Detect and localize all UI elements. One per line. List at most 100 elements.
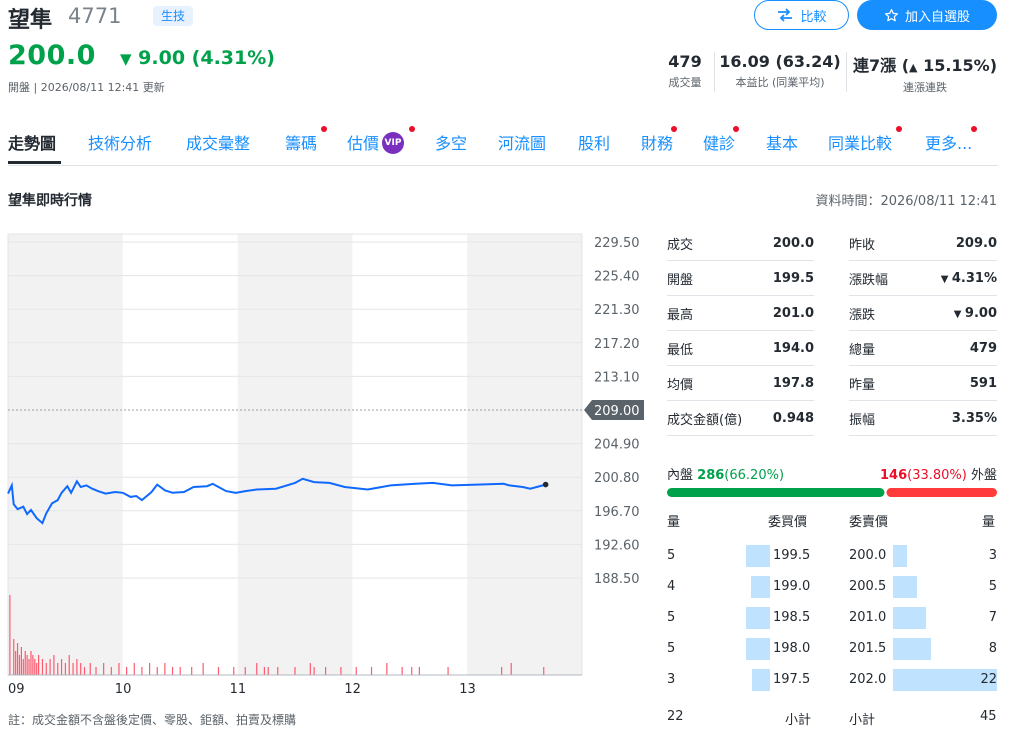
intraday-chart[interactable]: 229.50 225.40 221.30 217.20 213.10 204.90 200.… [0,230,655,705]
ask-qty-header: 量 [982,515,996,530]
tab-valuation[interactable]: 估價 VIP [347,126,415,154]
compare-label: 比較 [800,9,827,25]
quote-value-wrap: 200.0 [773,236,814,251]
bid-price[interactable]: 199.0 [773,579,810,594]
tab-basic[interactable]: 基本 [766,130,798,154]
stat-divider [714,52,715,92]
bid-depth-bar [751,576,770,598]
ask-price[interactable]: 202.0 [849,672,886,687]
bid-qty: 3 [667,672,676,687]
industry-badge[interactable]: 生技 [153,6,194,26]
ask-price[interactable]: 200.0 [849,548,886,563]
y-tick-label: 225.40 [594,270,640,285]
tab-river-chart[interactable]: 河流圖 [498,130,546,154]
ask-depth-bar [893,607,927,629]
tab-trend[interactable]: 走勢圖 [8,130,56,154]
market-status: 開盤 | 2026/08/11 12:41 更新 [8,81,165,94]
quote-value: 194.0 [772,340,814,356]
quote-row-right: 昨收 209.0 [849,226,997,261]
bid-qty: 5 [667,641,676,656]
tab-health-check[interactable]: 健診 [703,126,739,154]
outer-bar [886,488,997,497]
tab-trade-summary[interactable]: 成交彙整 [186,130,250,154]
quote-value-wrap: ▼ 9.00 [954,306,997,321]
bid-qty: 5 [667,548,676,563]
quote-label: 總量 [849,342,876,358]
ask-price[interactable]: 200.5 [849,579,886,594]
outer-label: 外盤 [970,468,997,483]
hour-band [122,234,238,675]
ask-price-header: 委賣價 [849,515,889,530]
bid-price-header: 委買價 [768,515,808,530]
y-tick-label: 204.90 [594,438,640,453]
y-tick-label: 192.60 [594,538,640,553]
quote-value: 209.0 [955,235,997,251]
bid-depth-bar [746,638,770,660]
price-change-value: 9.00 (4.31%) [138,47,275,69]
active-tab-underline [8,161,61,164]
x-tick-label: 13 [459,682,476,697]
bid-price[interactable]: 198.0 [773,641,810,656]
quote-label: 昨量 [849,377,876,393]
tab-financials[interactable]: 財務 [641,126,677,154]
bid-total-label: 小計 [785,713,812,728]
quote-label: 均價 [667,377,694,393]
reference-price-label: 209.00 [594,404,640,419]
notification-dot [321,126,327,132]
stock-name: 望隼 [8,8,53,33]
quote-row-left: 開盤 199.5 [667,261,814,296]
tab-technical[interactable]: 技術分析 [88,130,152,154]
tab-peer-compare[interactable]: 同業比較 [828,126,902,154]
bid-depth-bar [746,607,770,629]
quote-row-left: 成交 200.0 [667,226,814,261]
quote-value-wrap: ▼ 4.31% [941,271,997,286]
quote-row-left: 最高 201.0 [667,296,814,331]
y-tick-label: 196.70 [594,505,640,520]
quote-value: 0.948 [772,410,814,426]
chart-note: 註：成交金額不含盤後定價、零股、鉅額、拍賣及標購 [8,713,297,727]
price-change: ▼ 9.00 (4.31%) [120,47,275,69]
quote-row-left: 成交金額(億) 0.948 [667,401,814,436]
inner-bar [667,488,885,497]
quote-label: 振幅 [849,412,876,428]
add-watchlist-button[interactable]: 加入自選股 [857,0,997,30]
ask-qty: 8 [988,641,997,656]
y-tick-label: 221.30 [594,303,640,318]
quote-value: 197.8 [772,375,814,391]
bid-qty: 4 [667,579,676,594]
x-tick-label: 09 [8,682,25,697]
y-tick-label: 229.50 [594,236,640,251]
stock-code: 4771 [68,4,122,28]
quote-row-right: 昨量 591 [849,366,997,401]
bid-qty-header: 量 [667,515,681,530]
y-tick-label: 188.50 [594,572,640,587]
tab-more[interactable]: 更多... [925,126,977,154]
quote-value-wrap: 591 [970,376,997,391]
compare-button[interactable]: 比較 [754,0,849,30]
quote-row-right: 總量 479 [849,331,997,366]
stat-streak-value: 連7漲 (▲ 15.15%) [852,56,998,75]
bid-price[interactable]: 199.5 [773,548,810,563]
tab-long-short[interactable]: 多空 [435,130,467,154]
tab-chips[interactable]: 籌碼 [285,126,327,154]
bid-price[interactable]: 197.5 [773,672,810,687]
ask-price[interactable]: 201.5 [849,641,886,656]
data-time: 資料時間：2026/08/11 12:41 [815,194,997,209]
stat-volume: 479 成交量 [660,52,710,90]
bid-price[interactable]: 198.5 [773,610,810,625]
quote-value-wrap: 0.948 [773,411,814,426]
last-price-dot [542,481,549,488]
quote-value: 591 [969,375,997,391]
quote-row-right: 漲跌幅 ▼ 4.31% [849,261,997,296]
quote-value: 200.0 [772,235,814,251]
x-tick-label: 11 [230,682,247,697]
hour-band [467,234,582,675]
quote-label: 漲跌幅 [849,272,889,288]
tab-dividend[interactable]: 股利 [578,130,610,154]
ask-price[interactable]: 201.0 [849,610,886,625]
inner-label: 內盤 [667,468,694,483]
down-arrow-icon: ▼ [940,273,952,285]
y-tick-label: 213.10 [594,370,640,385]
quote-value-wrap: 197.8 [773,376,814,391]
quote-label: 成交金額(億) [667,412,743,428]
